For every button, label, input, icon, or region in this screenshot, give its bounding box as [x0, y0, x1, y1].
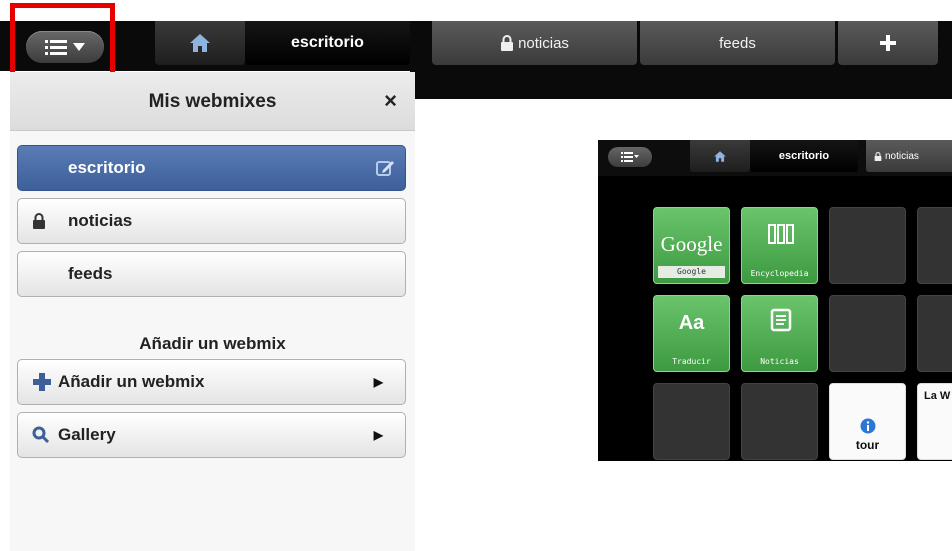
lock-icon: [874, 151, 882, 161]
highlight-box: [10, 3, 115, 82]
tile-traducir: Aa Traducir: [653, 295, 730, 372]
plus-icon: [880, 35, 896, 51]
tab-bar: escritorio noticias feeds: [0, 21, 952, 71]
books-icon: [768, 224, 794, 244]
tab-escritorio-label: escritorio: [291, 34, 364, 51]
tile-label: Traducir: [672, 357, 711, 366]
chevron-right-icon: ▶: [373, 428, 383, 442]
tab-feeds-label: feeds: [719, 34, 756, 52]
close-button[interactable]: ×: [384, 88, 397, 114]
add-webmix-label: Añadir un webmix: [58, 372, 205, 391]
add-webmix-button[interactable]: Añadir un webmix ▶: [17, 359, 406, 405]
preview-tab-home: [690, 140, 750, 172]
gallery-button[interactable]: Gallery ▶: [17, 412, 406, 458]
panel-title: Mis webmixes: [148, 91, 277, 112]
tile-logo: Aa: [678, 312, 705, 334]
list-icon: [621, 152, 639, 162]
tile-tour: tour: [829, 383, 906, 460]
tab-home[interactable]: [155, 21, 245, 65]
tile-label: Encyclopedia: [750, 269, 809, 278]
tab-noticias-label: noticias: [518, 34, 569, 52]
tile-label: Google: [658, 266, 725, 278]
tab-add[interactable]: [838, 21, 938, 65]
lock-icon: [501, 35, 514, 51]
preview-menu-button: [608, 147, 652, 167]
webmix-item-label: feeds: [68, 264, 113, 283]
panel-header: Mis webmixes ×: [10, 72, 415, 131]
tile-empty: [829, 295, 906, 372]
webmix-item-label: noticias: [68, 211, 133, 230]
preview-tab-noticias: noticias: [866, 140, 952, 172]
tile-empty: [741, 383, 818, 460]
preview-tab-bar: escritorio noticias: [598, 140, 952, 176]
tab-noticias[interactable]: noticias: [432, 21, 637, 65]
webmix-item-feeds[interactable]: feeds: [17, 251, 406, 297]
preview-tab-escritorio-label: escritorio: [778, 150, 830, 162]
info-icon: [860, 418, 876, 434]
tile-label: La W: [924, 390, 951, 402]
tile-empty: [917, 295, 952, 372]
tile-empty: [917, 207, 952, 284]
tile-label: Noticias: [760, 357, 799, 366]
tab-escritorio[interactable]: escritorio: [245, 21, 410, 65]
edit-icon[interactable]: [375, 158, 395, 178]
tile-label: tour: [855, 438, 880, 452]
webmix-item-label: escritorio: [68, 158, 146, 177]
tile-empty: [653, 383, 730, 460]
search-icon: [32, 426, 50, 444]
desktop-preview: escritorio noticias Google Google Encycl…: [598, 140, 952, 461]
section-title: Añadir un webmix: [139, 334, 286, 353]
webmix-item-noticias[interactable]: noticias: [17, 198, 406, 244]
home-icon: [714, 150, 726, 162]
webmix-panel: Mis webmixes × escritorio noticias feeds…: [10, 72, 415, 551]
tab-feeds[interactable]: feeds: [640, 21, 835, 65]
tile-empty: [829, 207, 906, 284]
gallery-label: Gallery: [58, 425, 116, 444]
preview-tab-escritorio: escritorio: [750, 140, 858, 172]
tab-bar-extension: [410, 71, 952, 99]
lock-icon: [33, 213, 45, 229]
tile-google: Google Google: [653, 207, 730, 284]
plus-icon: [33, 373, 51, 391]
preview-tab-noticias-label: noticias: [885, 150, 919, 162]
chevron-right-icon: ▶: [373, 375, 383, 389]
tile-logo: Google: [660, 232, 723, 256]
home-icon: [190, 34, 210, 52]
webmix-item-escritorio[interactable]: escritorio: [17, 145, 406, 191]
newspaper-icon: [770, 308, 792, 332]
tile-noticias: Noticias: [741, 295, 818, 372]
tile-la-w: La W: [917, 383, 952, 460]
tile-encyclopedia: Encyclopedia: [741, 207, 818, 284]
